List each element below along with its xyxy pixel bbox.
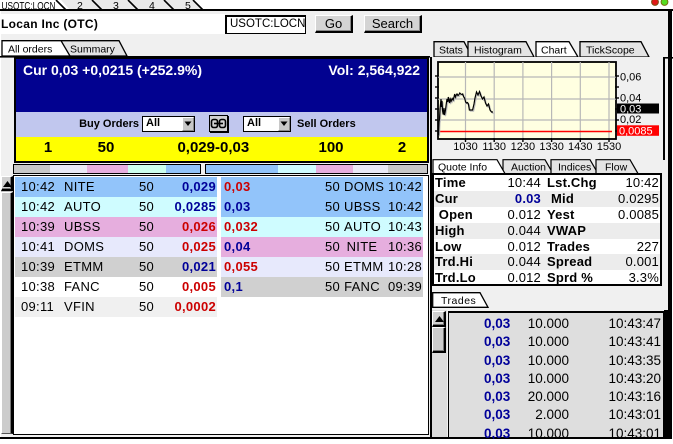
svg-text:0,02: 0,02	[620, 114, 641, 126]
svg-text:1330: 1330	[539, 141, 563, 153]
svg-text:1030: 1030	[453, 141, 477, 153]
svg-text:2: 2	[77, 0, 83, 11]
svg-text:TickScope: TickScope	[586, 45, 635, 57]
svg-text:1230: 1230	[511, 141, 535, 153]
svg-text:Trades: Trades	[441, 295, 476, 307]
svg-text:Histogram: Histogram	[474, 45, 522, 57]
svg-text:5: 5	[185, 0, 191, 11]
svg-text:Auction: Auction	[511, 162, 546, 174]
svg-text:Quote Info: Quote Info	[438, 162, 487, 174]
svg-text:4: 4	[149, 0, 155, 11]
svg-text:Indices: Indices	[558, 162, 591, 174]
svg-text:Chart: Chart	[541, 45, 567, 57]
svg-text:USOTC:LOCN: USOTC:LOCN	[2, 1, 56, 11]
svg-text:1430: 1430	[568, 141, 592, 153]
svg-text:Summary: Summary	[70, 44, 116, 56]
svg-text:Flow: Flow	[605, 162, 628, 174]
svg-text:0,06: 0,06	[620, 72, 641, 84]
svg-text:Stats: Stats	[439, 45, 463, 57]
svg-text:0,0085: 0,0085	[619, 126, 653, 138]
svg-text:1130: 1130	[482, 141, 506, 153]
svg-text:3: 3	[113, 0, 119, 11]
svg-text:1530: 1530	[597, 141, 621, 153]
svg-text:All orders: All orders	[8, 44, 52, 56]
